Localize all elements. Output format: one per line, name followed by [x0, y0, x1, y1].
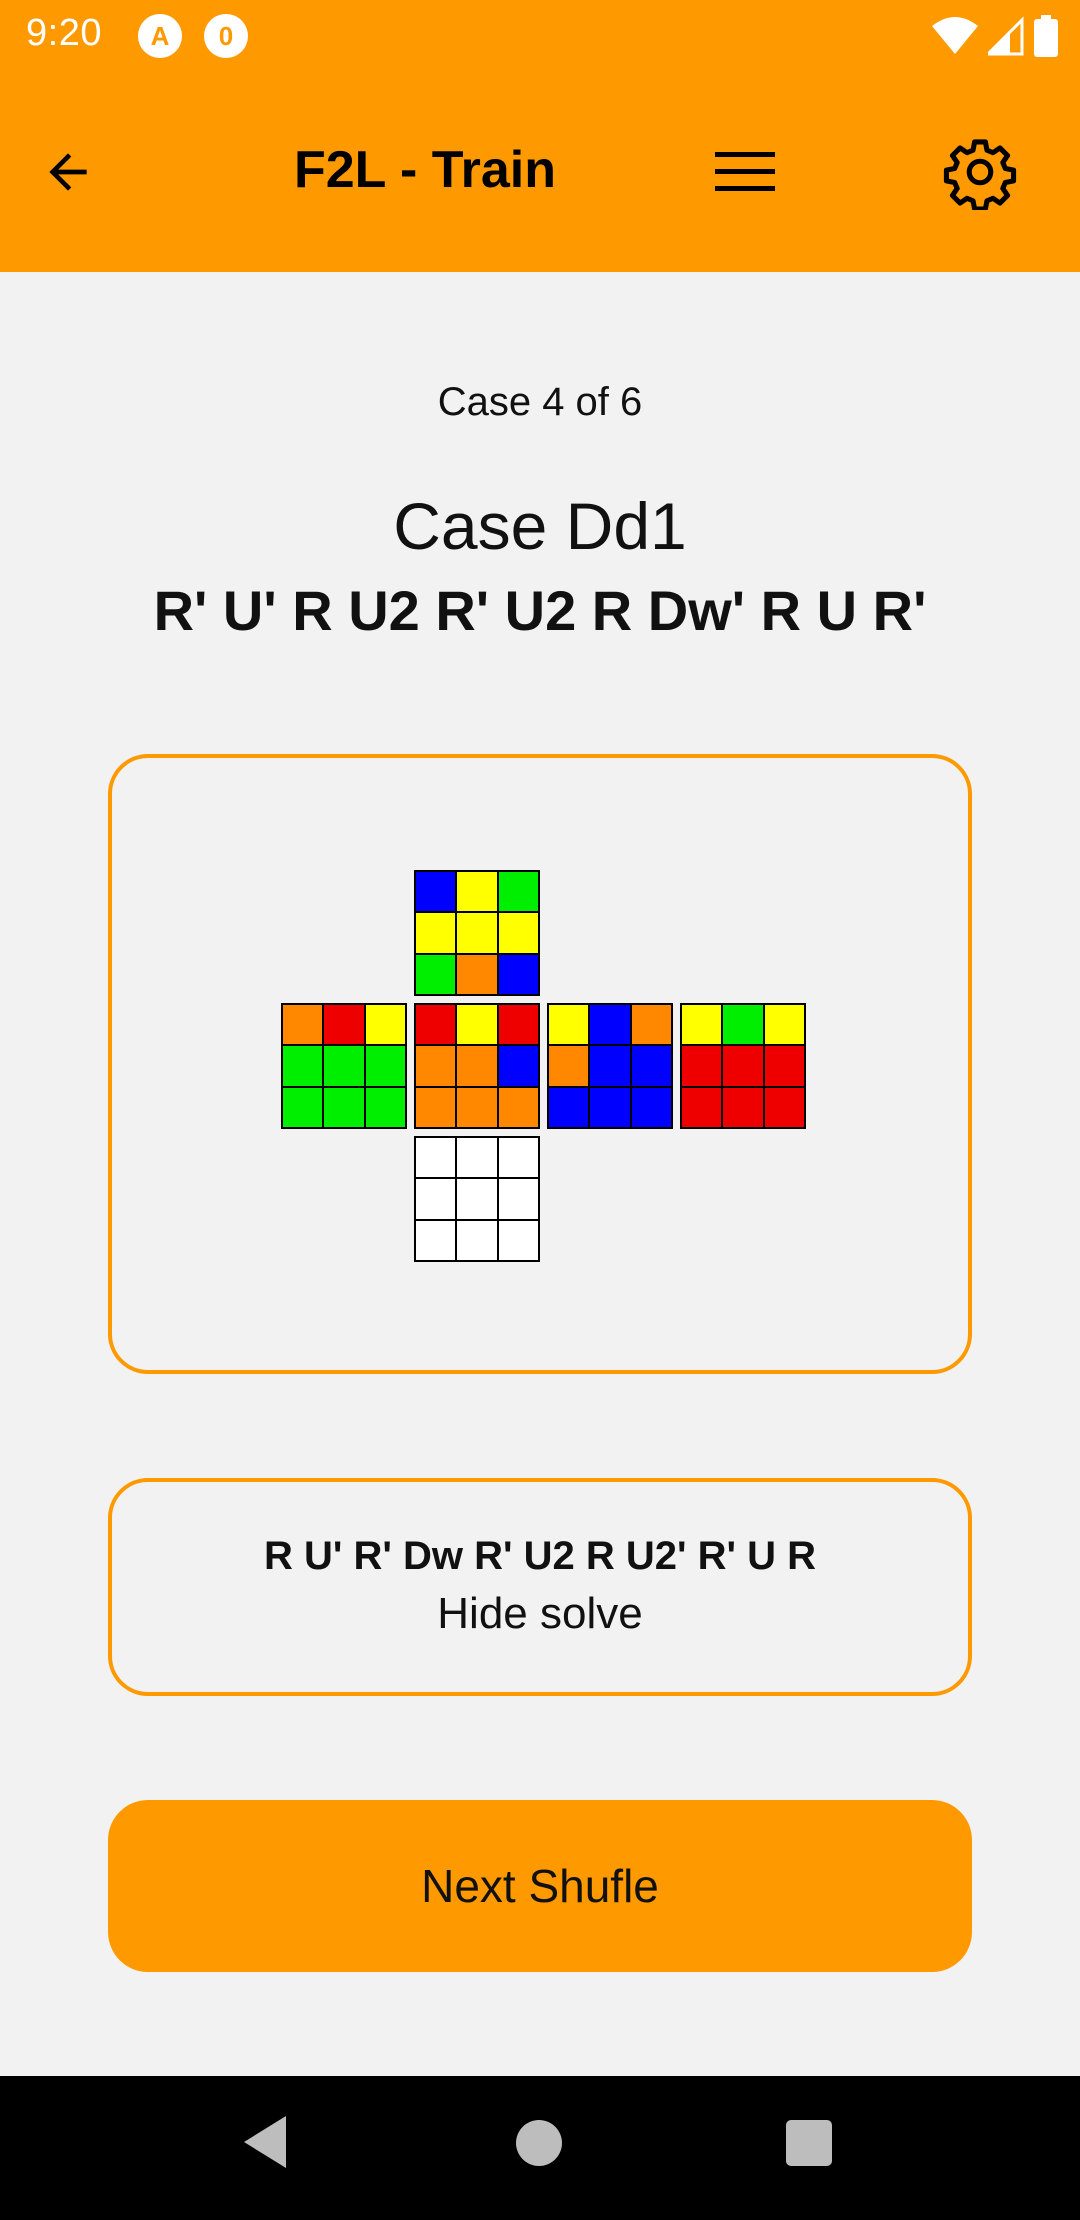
cube-sticker [416, 913, 456, 953]
cube-sticker [590, 1087, 630, 1127]
nav-home-icon[interactable] [516, 2120, 562, 2166]
cube-sticker [283, 1087, 323, 1127]
cube-sticker [416, 1005, 456, 1045]
cube-sticker [723, 1046, 763, 1086]
cube-sticker [590, 1046, 630, 1086]
cube-sticker [457, 1046, 497, 1086]
cube-sticker [764, 1087, 804, 1127]
status-right-icons [932, 14, 1058, 58]
cube-sticker [682, 1087, 722, 1127]
cube-sticker [549, 1005, 589, 1045]
cube-sticker [416, 954, 456, 994]
cube-sticker [324, 1046, 364, 1086]
cube-sticker [498, 1046, 538, 1086]
nav-recents-icon[interactable] [786, 2120, 832, 2166]
solve-moves: R U' R' Dw R' U2 R U2' R' U R [263, 1534, 817, 1578]
cell-signal-icon [988, 16, 1024, 56]
solve-card[interactable]: R U' R' Dw R' U2 R U2' R' U R Hide solve [108, 1478, 972, 1696]
hide-solve-toggle[interactable]: Hide solve [112, 1589, 968, 1639]
cube-sticker [324, 1005, 364, 1045]
cube-sticker [283, 1005, 323, 1045]
cube-sticker [498, 1179, 538, 1219]
cube-sticker [590, 1005, 630, 1045]
cube-sticker [365, 1087, 405, 1127]
cube-face-back [680, 1003, 806, 1129]
cube-face-right [547, 1003, 673, 1129]
cube-sticker [457, 1087, 497, 1127]
settings-button[interactable] [932, 124, 1028, 220]
cube-sticker [764, 1005, 804, 1045]
nav-back-icon[interactable] [240, 2112, 290, 2172]
status-bar: 9:20 A 0 [0, 0, 1080, 72]
cube-sticker [324, 1087, 364, 1127]
cube-sticker [498, 1005, 538, 1045]
cube-sticker [682, 1046, 722, 1086]
cube-net-card [108, 754, 972, 1374]
cube-sticker [416, 1087, 456, 1127]
cube-sticker [457, 954, 497, 994]
cube-sticker [549, 1087, 589, 1127]
cube-sticker [457, 1220, 497, 1260]
cube-sticker [416, 1179, 456, 1219]
system-nav-bar [0, 2076, 1080, 2220]
case-scramble: R' U' R U2 R' U2 R Dw' R U R' [153, 579, 927, 642]
cube-sticker [498, 1087, 538, 1127]
battery-icon [1034, 15, 1058, 57]
gear-icon [943, 139, 1017, 210]
cube-face-left [281, 1003, 407, 1129]
cube-sticker [416, 1046, 456, 1086]
menu-button[interactable] [700, 130, 790, 214]
case-counter: Case 4 of 6 [437, 380, 643, 424]
cube-sticker [365, 1046, 405, 1086]
back-button[interactable] [26, 130, 110, 214]
cube-sticker [498, 1138, 538, 1178]
wifi-icon [932, 17, 978, 54]
cube-sticker [283, 1046, 323, 1086]
notification-app-icon: 0 [204, 14, 248, 58]
cube-sticker [723, 1005, 763, 1045]
cube-sticker [498, 954, 538, 994]
cube-sticker [723, 1087, 763, 1127]
cube-sticker [365, 1005, 405, 1045]
cube-face-up [414, 870, 540, 996]
menu-icon [715, 152, 775, 191]
cube-sticker [682, 1005, 722, 1045]
cube-sticker [457, 1005, 497, 1045]
arrow-back-icon [49, 153, 87, 191]
app-bar: F2L - Train [0, 72, 1080, 272]
cube-sticker [549, 1046, 589, 1086]
cube-sticker [457, 1138, 497, 1178]
cube-sticker [498, 913, 538, 953]
cube-sticker [631, 1005, 671, 1045]
next-shuffle-button[interactable]: Next Shufle [108, 1800, 972, 1972]
cube-sticker [457, 872, 497, 912]
cube-sticker [498, 872, 538, 912]
cube-sticker [457, 1179, 497, 1219]
cube-sticker [457, 913, 497, 953]
case-name: Case Dd1 [393, 489, 687, 563]
notification-app-icon: A [138, 14, 182, 58]
status-time: 9:20 [26, 12, 102, 54]
cube-sticker [416, 1138, 456, 1178]
cube-sticker [631, 1046, 671, 1086]
cube-sticker [498, 1220, 538, 1260]
cube-face-down [414, 1136, 540, 1262]
cube-sticker [416, 1220, 456, 1260]
cube-sticker [764, 1046, 804, 1086]
cube-sticker [416, 872, 456, 912]
cube-sticker [631, 1087, 671, 1127]
cube-face-front [414, 1003, 540, 1129]
page-title: F2L - Train [294, 141, 556, 199]
